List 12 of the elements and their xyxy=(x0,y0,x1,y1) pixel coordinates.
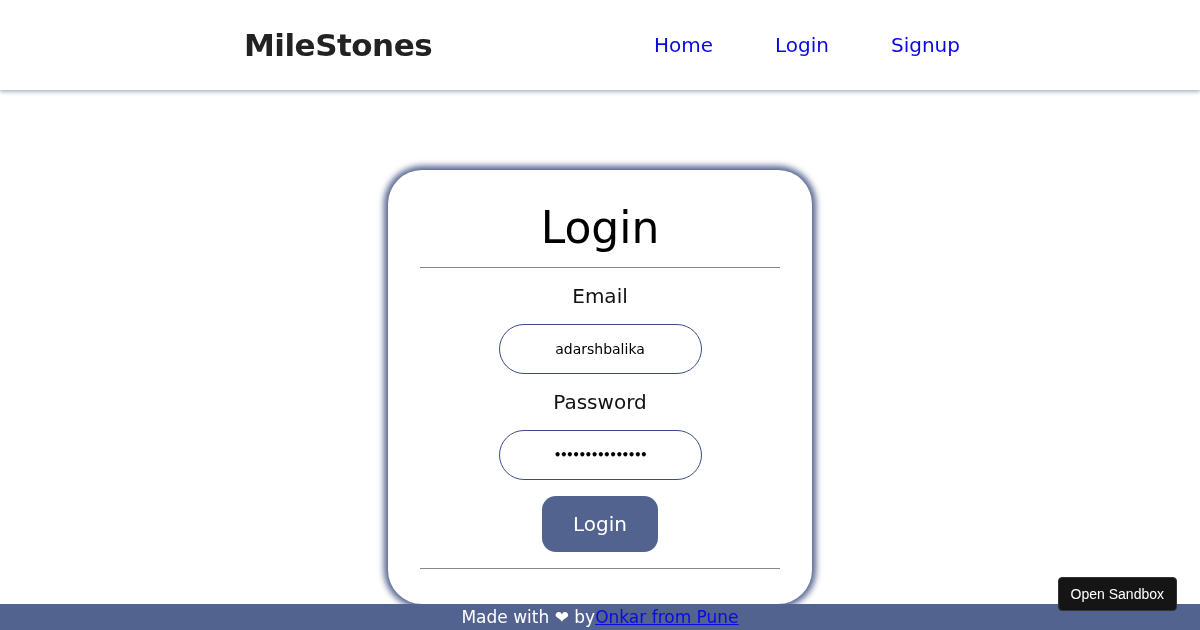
open-sandbox-button[interactable]: Open Sandbox xyxy=(1057,577,1177,611)
nav-link[interactable]: Login xyxy=(775,33,829,58)
password-field[interactable]: ••••••••••••••• xyxy=(498,430,702,481)
card-title: Login xyxy=(540,202,660,254)
field-label: Password xyxy=(553,390,647,415)
nav-link[interactable]: Signup xyxy=(891,33,960,58)
nav-link[interactable]: Home xyxy=(653,33,714,58)
footer-text: Made with ❤ by xyxy=(461,607,596,628)
field-label: Email xyxy=(572,284,628,309)
email-field[interactable]: adarshbalika xyxy=(498,324,702,375)
login-button[interactable]: Login xyxy=(542,496,658,553)
site-logo[interactable]: MileStones xyxy=(244,27,433,64)
